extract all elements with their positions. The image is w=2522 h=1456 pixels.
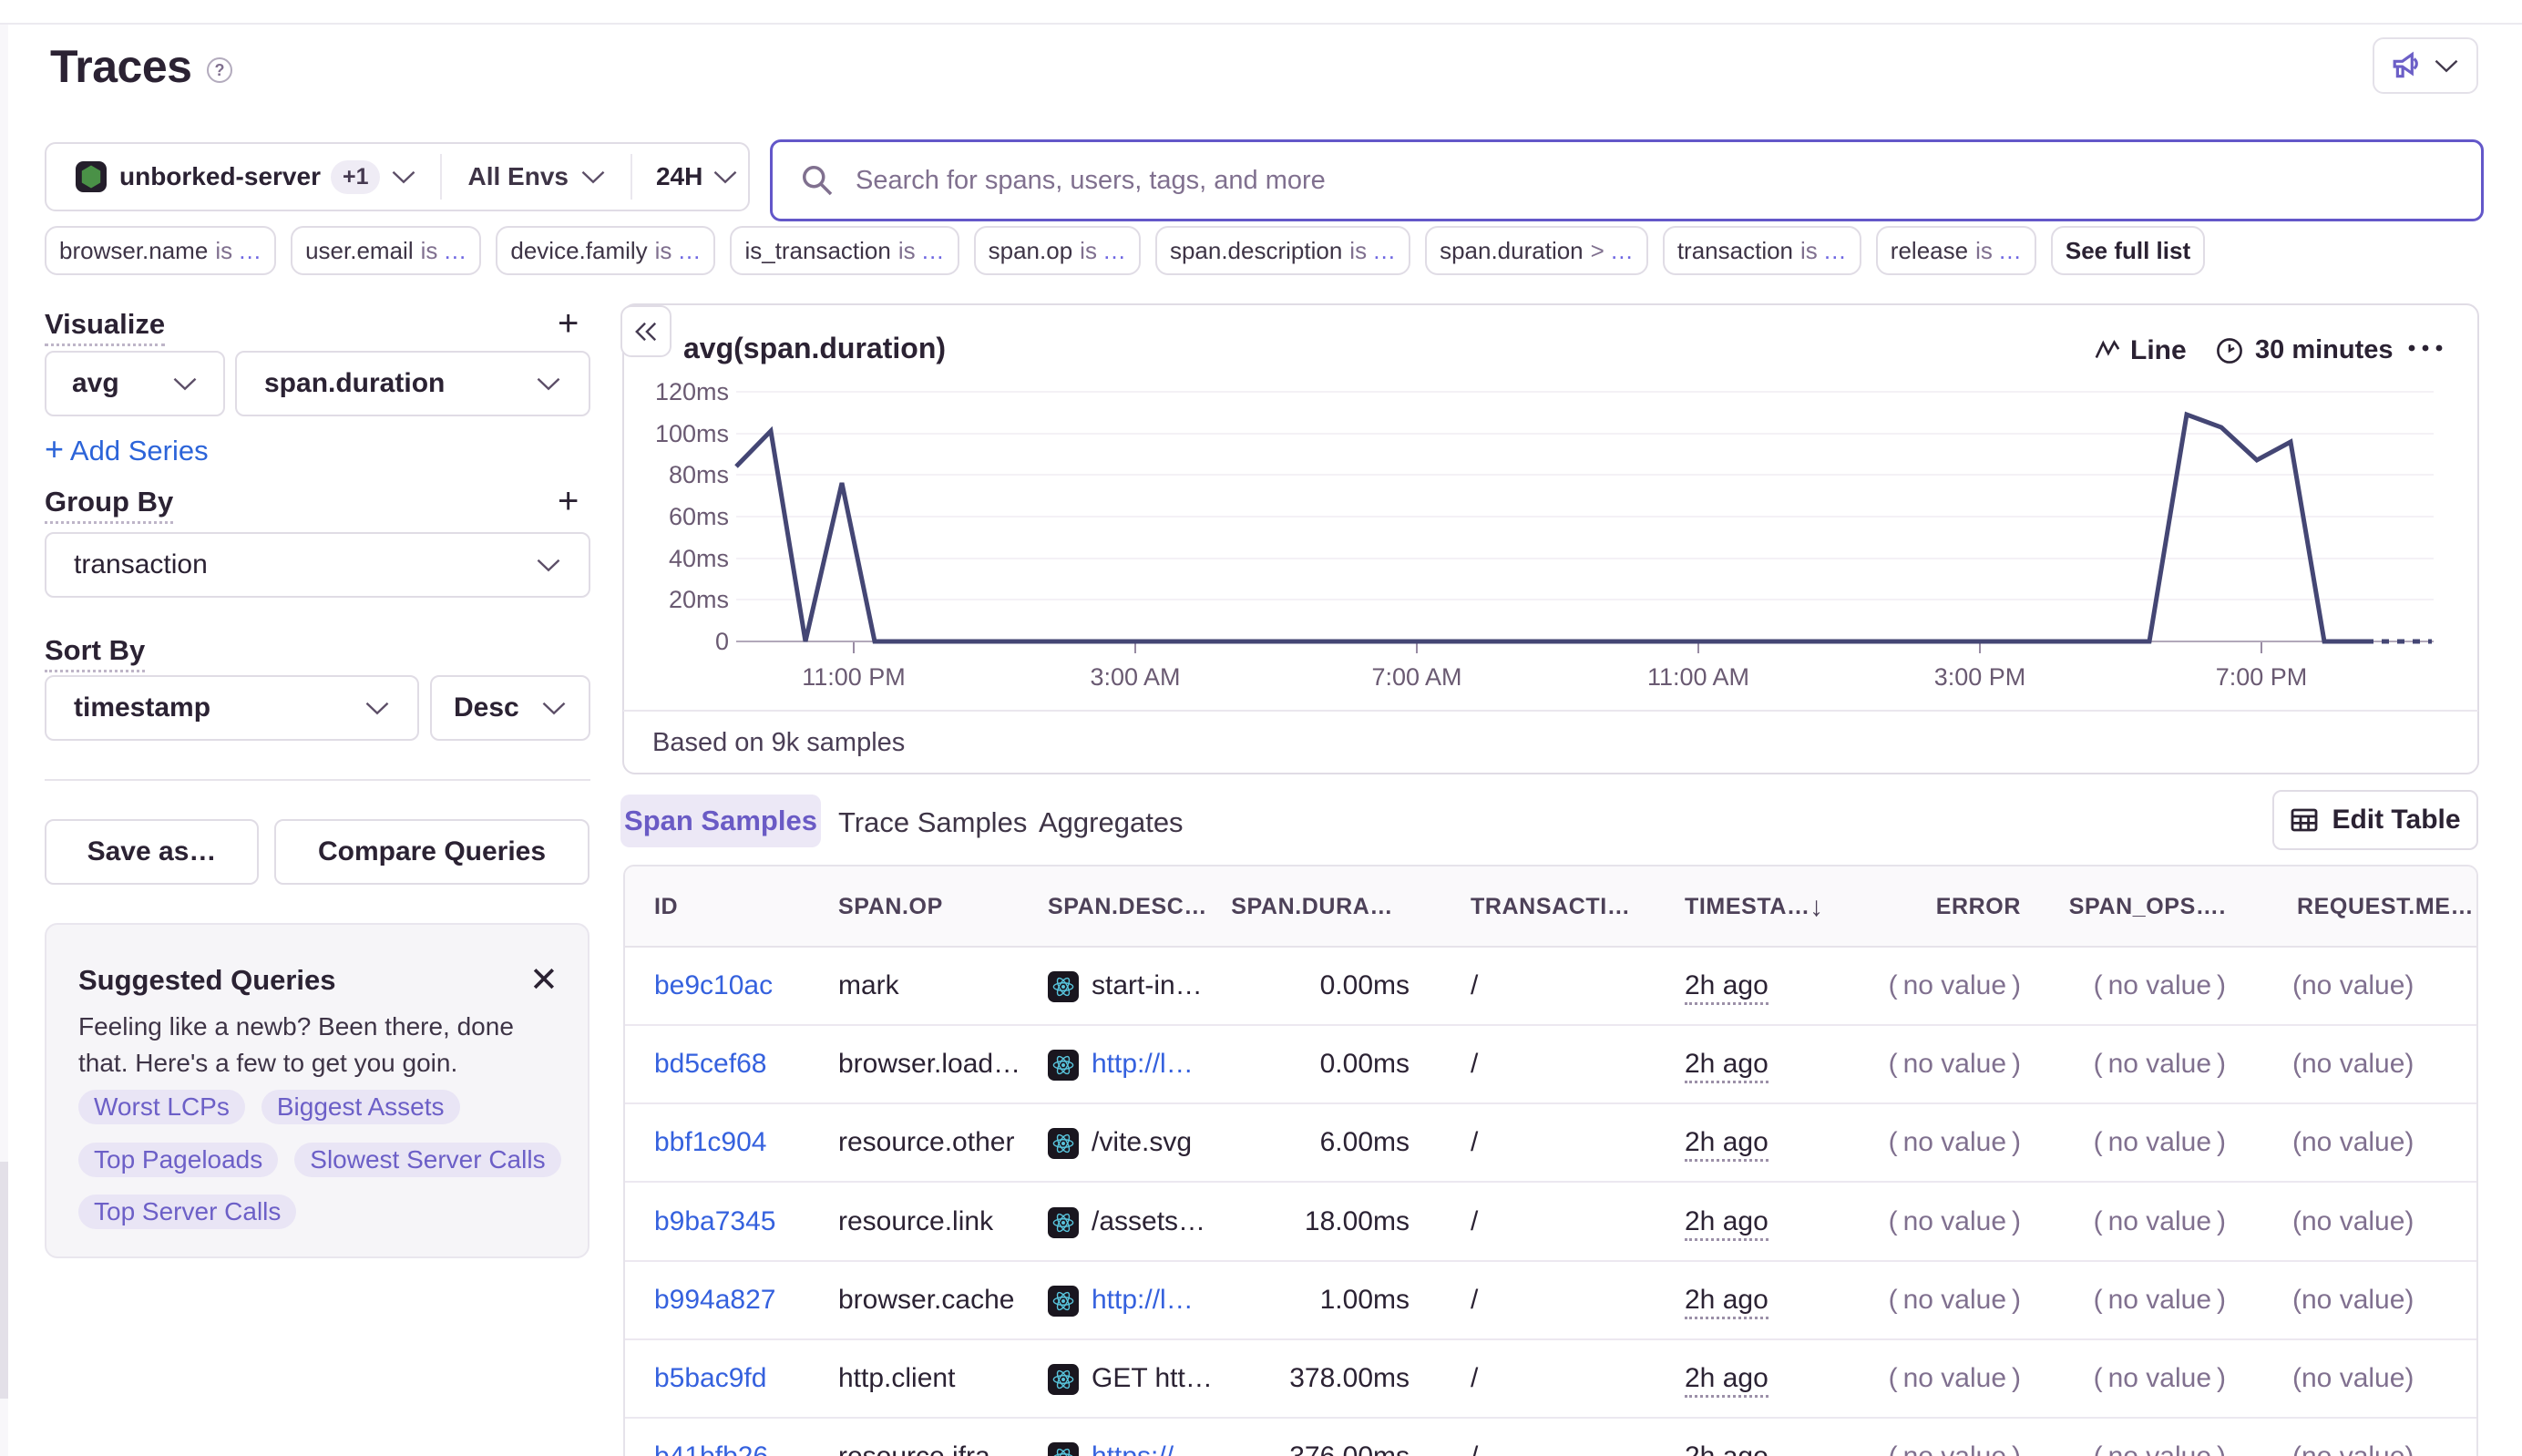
svg-text:100ms: 100ms — [655, 420, 729, 447]
svg-text:80ms: 80ms — [669, 461, 729, 488]
svg-text:11:00 PM: 11:00 PM — [802, 663, 906, 691]
svg-text:120ms: 120ms — [655, 378, 729, 405]
svg-text:11:00 AM: 11:00 AM — [1647, 663, 1749, 691]
svg-text:40ms: 40ms — [669, 545, 729, 572]
svg-text:3:00 AM: 3:00 AM — [1090, 663, 1180, 691]
svg-text:60ms: 60ms — [669, 503, 729, 530]
svg-text:7:00 PM: 7:00 PM — [2216, 663, 2308, 691]
svg-text:0: 0 — [715, 628, 729, 655]
svg-text:20ms: 20ms — [669, 586, 729, 613]
svg-text:7:00 AM: 7:00 AM — [1371, 663, 1461, 691]
svg-text:3:00 PM: 3:00 PM — [1934, 663, 2026, 691]
